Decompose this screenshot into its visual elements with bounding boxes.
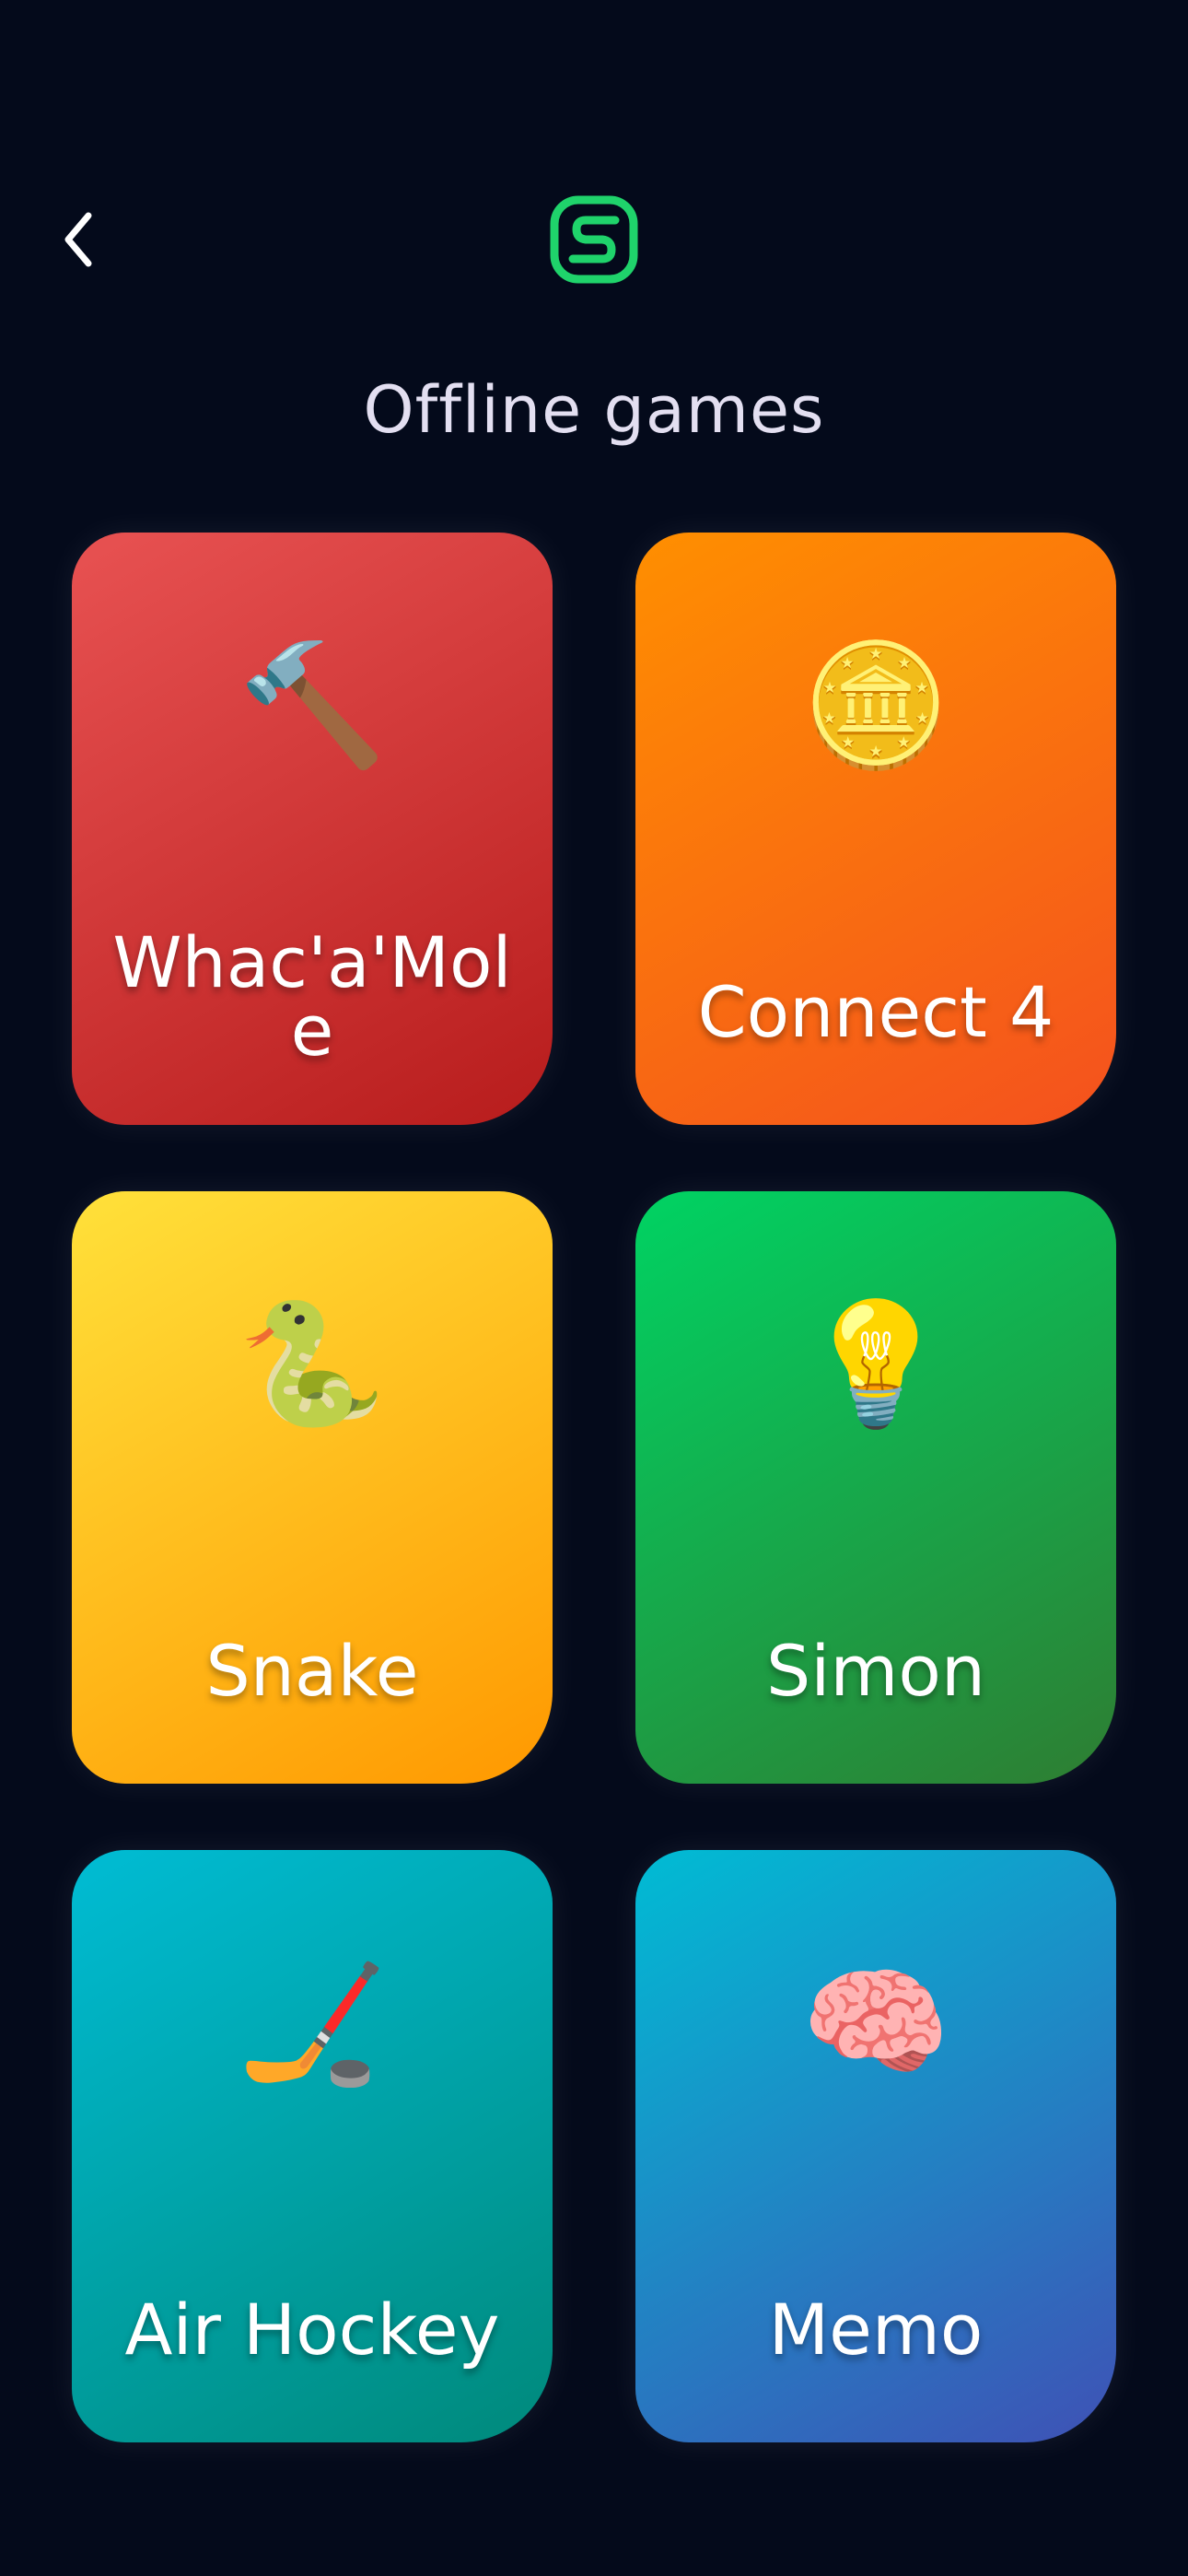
- coin-icon: 🪙: [801, 635, 950, 775]
- game-tile-label: Memo: [768, 2289, 984, 2371]
- game-tile-memo[interactable]: 🧠 Memo: [635, 1850, 1116, 2442]
- chevron-left-icon: [64, 212, 92, 267]
- top-bar: [0, 175, 1188, 304]
- game-tile-snake[interactable]: 🐍 Snake: [72, 1191, 553, 1784]
- game-tile-label: Snake: [205, 1630, 419, 1712]
- game-tile-label: Whac'a'Mole: [112, 921, 512, 1071]
- game-tile-label: Air Hockey: [124, 2289, 500, 2371]
- hockey-stick-icon: 🏒: [238, 1952, 387, 2092]
- brain-icon: 🧠: [801, 1952, 950, 2092]
- snake-icon: 🐍: [238, 1294, 387, 1434]
- app-logo-icon: [543, 189, 645, 290]
- game-tile-label: Connect 4: [697, 971, 1054, 1053]
- game-tile-simon[interactable]: 💡 Simon: [635, 1191, 1116, 1784]
- game-tile-label: Simon: [765, 1630, 986, 1712]
- hammer-icon: 🔨: [238, 635, 387, 775]
- games-grid: 🔨 Whac'a'Mole 🪙 Connect 4 🐍 Snake 💡 Simo…: [72, 533, 1116, 2442]
- page-title: Offline games: [363, 372, 825, 448]
- lightbulb-icon: 💡: [801, 1294, 950, 1434]
- game-tile-connect-4[interactable]: 🪙 Connect 4: [635, 533, 1116, 1125]
- game-tile-whac-a-mole[interactable]: 🔨 Whac'a'Mole: [72, 533, 553, 1125]
- back-button[interactable]: [37, 193, 129, 286]
- game-tile-air-hockey[interactable]: 🏒 Air Hockey: [72, 1850, 553, 2442]
